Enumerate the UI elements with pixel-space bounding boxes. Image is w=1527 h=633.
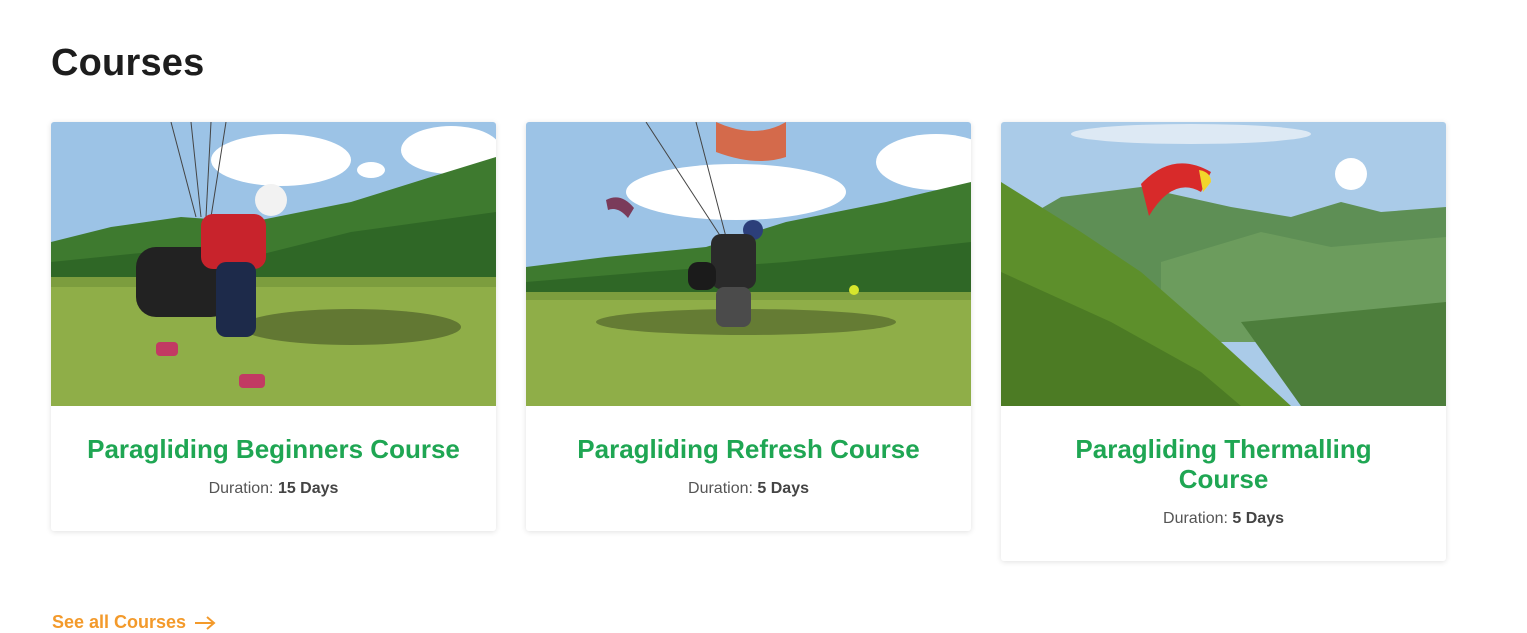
arrow-right-icon <box>195 615 216 630</box>
course-card-refresh[interactable]: Paragliding Refresh Course Duration: 5 D… <box>526 122 971 531</box>
duration-label: Duration: <box>208 480 274 497</box>
duration-label: Duration: <box>688 480 753 497</box>
course-card-beginners[interactable]: Paragliding Beginners Course Duration: 1… <box>51 122 496 531</box>
see-all-courses-link[interactable]: See all Courses <box>52 612 216 633</box>
course-title[interactable]: Paragliding Refresh Course <box>546 434 951 464</box>
course-duration: Duration: 5 Days <box>1021 510 1426 528</box>
see-all-label: See all Courses <box>52 612 187 632</box>
course-duration: Duration: 15 Days <box>71 480 476 498</box>
course-duration: Duration: 5 Days <box>546 480 951 498</box>
course-image[interactable] <box>1001 122 1446 406</box>
duration-label: Duration: <box>1163 510 1228 527</box>
course-image[interactable] <box>51 122 496 406</box>
section-title: Courses <box>51 42 205 84</box>
course-card-thermalling[interactable]: Paragliding Thermalling Course Duration:… <box>1001 122 1446 561</box>
course-image[interactable] <box>526 122 971 406</box>
duration-value: 5 Days <box>757 480 809 497</box>
course-cards: Paragliding Beginners Course Duration: 1… <box>51 122 1446 561</box>
courses-section: Courses Paragliding Beginners Course Dur… <box>0 0 1527 633</box>
course-title[interactable]: Paragliding Thermalling Course <box>1021 434 1426 494</box>
course-title[interactable]: Paragliding Beginners Course <box>71 434 476 464</box>
duration-value: 5 Days <box>1232 510 1284 527</box>
duration-value: 15 Days <box>277 480 339 497</box>
